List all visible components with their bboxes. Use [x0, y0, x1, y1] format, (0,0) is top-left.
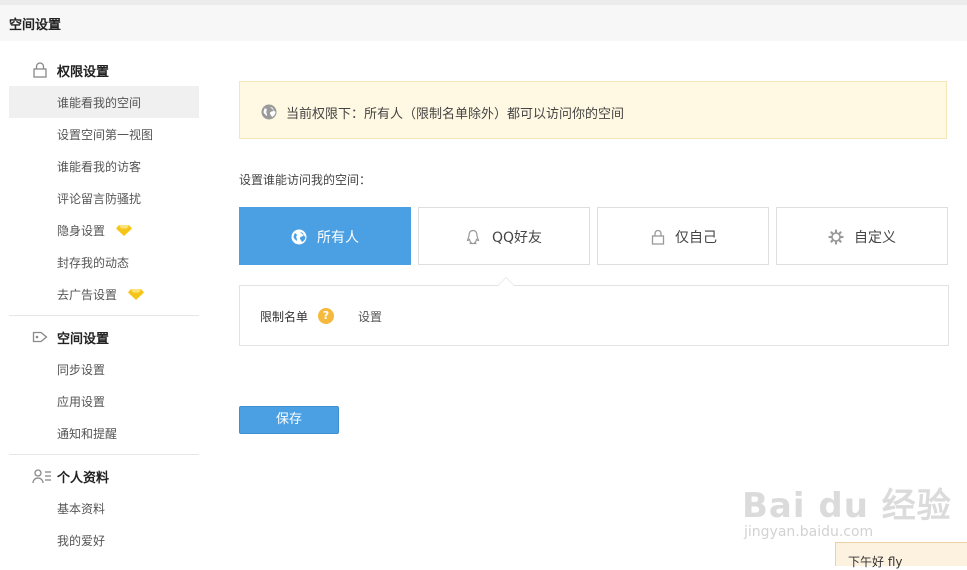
sidebar-item-apps[interactable]: 应用设置	[9, 385, 199, 417]
diamond-icon	[116, 225, 132, 236]
gear-icon	[828, 229, 844, 245]
sidebar-divider	[9, 454, 199, 455]
sidebar-item-label: 应用设置	[57, 395, 106, 409]
restrict-settings-link[interactable]: 设置	[358, 308, 382, 325]
notice-text: 当前权限下：所有人（限制名单除外）都可以访问你的空间	[286, 107, 625, 122]
sidebar-item-label: 隐身设置	[57, 224, 106, 238]
greeting-text: 下午好 fly	[848, 555, 903, 569]
option-label: 仅自己	[675, 230, 717, 246]
globe-icon	[261, 104, 277, 120]
sidebar-item-anti-spam[interactable]: 评论留言防骚扰	[9, 182, 199, 214]
option-label: 所有人	[317, 230, 359, 246]
diamond-icon	[128, 289, 144, 300]
sidebar-item-sync[interactable]: 同步设置	[9, 353, 199, 385]
panel-caret-inner	[498, 278, 514, 286]
globe-icon	[291, 229, 307, 245]
sidebar-item-label: 同步设置	[57, 363, 106, 377]
sidebar-item-label: 封存我的动态	[57, 256, 130, 270]
access-label: 设置谁能访问我的空间：	[239, 173, 372, 187]
sidebar-item-label: 通知和提醒	[57, 427, 118, 441]
sidebar-item-who-can-view[interactable]: 谁能看我的空间	[9, 86, 199, 118]
option-custom[interactable]: 自定义	[776, 207, 948, 265]
lock-icon	[651, 229, 665, 245]
page-title: 空间设置	[9, 18, 62, 33]
lock-icon	[33, 62, 47, 78]
sidebar-item-label: 谁能看我的空间	[57, 96, 142, 110]
sidebar-divider	[9, 315, 199, 316]
page-header: 空间设置	[0, 5, 967, 41]
sidebar-item-remove-ads[interactable]: 去广告设置	[9, 278, 199, 310]
sidebar-section-label: 个人资料	[57, 471, 110, 486]
qq-penguin-icon	[466, 229, 480, 245]
sidebar-section-space: 空间设置	[9, 319, 199, 353]
sidebar-item-notifications[interactable]: 通知和提醒	[9, 417, 199, 449]
sidebar-item-basic-info[interactable]: 基本资料	[9, 492, 199, 524]
sidebar-section-label: 权限设置	[57, 65, 110, 80]
option-label: QQ好友	[492, 230, 543, 246]
sidebar-item-invisible[interactable]: 隐身设置	[9, 214, 199, 246]
profile-icon	[32, 469, 51, 484]
sidebar-item-first-view[interactable]: 设置空间第一视图	[9, 118, 199, 150]
sidebar-item-label: 去广告设置	[57, 288, 118, 302]
sidebar-item-label: 我的爱好	[57, 534, 106, 548]
sidebar-item-label: 谁能看我的访客	[57, 160, 142, 174]
option-qq-friends[interactable]: QQ好友	[418, 207, 590, 265]
option-label: 自定义	[854, 230, 896, 246]
sidebar-section-label: 空间设置	[57, 332, 110, 347]
sidebar-section-permissions: 权限设置	[9, 52, 199, 86]
help-icon[interactable]: ?	[318, 308, 334, 324]
tag-icon	[32, 331, 48, 343]
baidu-watermark: Bai du 经验	[742, 486, 952, 526]
restrict-list-panel: 限制名单 ? 设置	[239, 277, 949, 346]
sidebar-item-archive[interactable]: 封存我的动态	[9, 246, 199, 278]
option-only-me[interactable]: 仅自己	[597, 207, 769, 265]
greeting-toast: 下午好 fly	[835, 542, 967, 569]
option-everyone[interactable]: 所有人	[239, 207, 411, 265]
sidebar-item-label: 基本资料	[57, 502, 106, 516]
baidu-watermark-url: jingyan.baidu.com	[744, 524, 874, 540]
access-options: 所有人 QQ好友 仅自己 自定义	[239, 207, 949, 265]
sidebar-item-visitors[interactable]: 谁能看我的访客	[9, 150, 199, 182]
sidebar-item-hobbies[interactable]: 我的爱好	[9, 524, 199, 556]
permission-notice: 当前权限下：所有人（限制名单除外）都可以访问你的空间	[239, 81, 947, 139]
sidebar: 权限设置 谁能看我的空间 设置空间第一视图 谁能看我的访客 评论留言防骚扰 隐身…	[9, 52, 199, 556]
sidebar-section-profile: 个人资料	[9, 458, 199, 492]
sidebar-item-label: 设置空间第一视图	[57, 128, 154, 142]
save-button[interactable]: 保存	[239, 406, 339, 434]
restrict-list-label: 限制名单	[260, 310, 309, 324]
sidebar-item-label: 评论留言防骚扰	[57, 192, 142, 206]
